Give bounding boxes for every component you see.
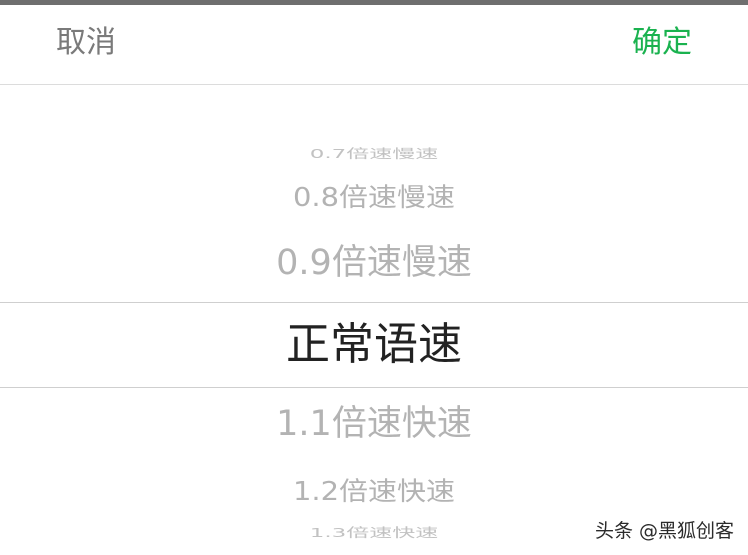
selection-bottom-line bbox=[0, 387, 748, 388]
watermark-text: 头条 @黑狐创客 bbox=[594, 520, 734, 542]
picker-option-1-1x[interactable]: 1.1倍速快速 bbox=[0, 401, 748, 447]
picker-header: 取消 确定 bbox=[0, 5, 748, 85]
speed-picker-wheel[interactable]: 0.7倍速慢速 0.8倍速慢速 0.9倍速慢速 正常语速 1.1倍速快速 1.2… bbox=[0, 85, 748, 555]
picker-option-0-8x[interactable]: 0.8倍速慢速 bbox=[0, 179, 748, 214]
picker-option-1-2x[interactable]: 1.2倍速快速 bbox=[0, 473, 748, 508]
selection-top-line bbox=[0, 302, 748, 303]
picker-option-0-7x[interactable]: 0.7倍速慢速 bbox=[0, 146, 748, 163]
confirm-button[interactable]: 确定 bbox=[632, 23, 692, 63]
picker-option-0-9x[interactable]: 0.9倍速慢速 bbox=[0, 240, 748, 286]
picker-option-normal[interactable]: 正常语速 bbox=[0, 318, 748, 372]
cancel-button[interactable]: 取消 bbox=[56, 23, 116, 63]
